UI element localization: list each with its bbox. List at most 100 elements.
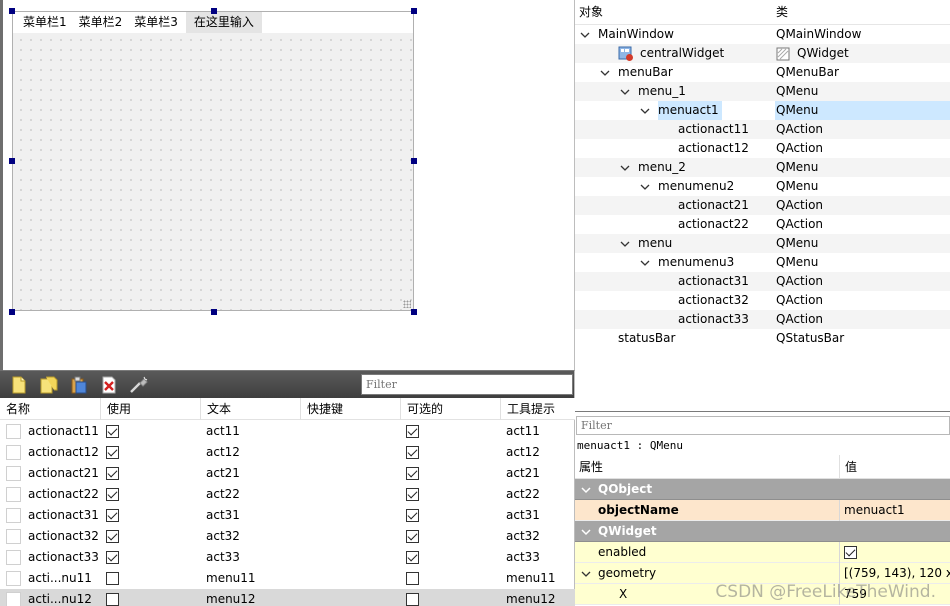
- action-row[interactable]: actionact33 act33 act33: [0, 547, 575, 568]
- paste-action-icon[interactable]: [68, 374, 90, 396]
- delete-action-icon[interactable]: [98, 374, 120, 396]
- object-tree-row[interactable]: menumenu3 QMenu: [575, 253, 950, 272]
- selection-handle-top-left[interactable]: [9, 8, 15, 14]
- action-row[interactable]: actionact31 act31 act31: [0, 505, 575, 526]
- action-checkable-checkbox[interactable]: [406, 593, 419, 606]
- object-tree-row[interactable]: actionact33 QAction: [575, 310, 950, 329]
- property-row[interactable]: objectName menuact1: [575, 500, 950, 521]
- collapse-arrow-icon[interactable]: [581, 568, 591, 578]
- expand-arrow-icon[interactable]: [640, 181, 650, 191]
- object-tree-row[interactable]: actionact22 QAction: [575, 215, 950, 234]
- property-row[interactable]: geometry [(759, 143), 120 x 9: [575, 563, 950, 584]
- action-row[interactable]: actionact21 act21 act21: [0, 463, 575, 484]
- object-tree-row[interactable]: menumenu2 QMenu: [575, 177, 950, 196]
- object-tree-row[interactable]: actionact31 QAction: [575, 272, 950, 291]
- object-tree-row[interactable]: actionact12 QAction: [575, 139, 950, 158]
- property-group[interactable]: QObject: [575, 479, 950, 500]
- action-checkable-checkbox[interactable]: [406, 446, 419, 459]
- object-tree-row[interactable]: menu_1 QMenu: [575, 82, 950, 101]
- action-checkable-checkbox[interactable]: [406, 488, 419, 501]
- action-checkable-checkbox[interactable]: [406, 467, 419, 480]
- property-group[interactable]: QWidget: [575, 521, 950, 542]
- copy-action-icon[interactable]: [38, 374, 60, 396]
- property-checkbox[interactable]: [844, 546, 857, 559]
- expand-arrow-icon[interactable]: [600, 67, 610, 77]
- object-tree-row[interactable]: actionact11 QAction: [575, 120, 950, 139]
- collapse-arrow-icon[interactable]: [581, 484, 591, 494]
- action-row[interactable]: acti...nu11 menu11 menu11: [0, 568, 575, 589]
- action-row[interactable]: actionact32 act32 act32: [0, 526, 575, 547]
- action-checkable-checkbox[interactable]: [406, 509, 419, 522]
- action-icon-placeholder: [6, 487, 21, 502]
- form-menubar[interactable]: 菜单栏1 菜单栏2 菜单栏3 在这里输入: [13, 12, 413, 33]
- action-checkable-checkbox[interactable]: [406, 530, 419, 543]
- object-tree-row[interactable]: menu_2 QMenu: [575, 158, 950, 177]
- new-action-icon[interactable]: [8, 374, 30, 396]
- action-used-checkbox[interactable]: [106, 572, 119, 585]
- column-header-used[interactable]: 使用: [101, 398, 201, 420]
- action-name: acti...nu12: [28, 592, 92, 606]
- property-filter-input[interactable]: [576, 416, 950, 435]
- property-value-cell[interactable]: menuact1: [839, 500, 950, 521]
- object-tree-row[interactable]: menu QMenu: [575, 234, 950, 253]
- column-header-text[interactable]: 文本: [201, 398, 301, 420]
- action-row[interactable]: actionact11 act11 act11: [0, 421, 575, 442]
- object-tree-row[interactable]: centralWidget QWidget: [575, 44, 950, 63]
- action-used-checkbox[interactable]: [106, 509, 119, 522]
- action-used-checkbox[interactable]: [106, 551, 119, 564]
- form-main-window[interactable]: 菜单栏1 菜单栏2 菜单栏3 在这里输入: [12, 11, 414, 311]
- action-row[interactable]: actionact22 act22 act22: [0, 484, 575, 505]
- collapse-arrow-icon[interactable]: [581, 526, 591, 536]
- action-used-checkbox[interactable]: [106, 593, 119, 606]
- object-tree-row[interactable]: MainWindow QMainWindow: [575, 25, 950, 44]
- selection-handle-bottom-left[interactable]: [9, 309, 15, 315]
- column-header-shortcut[interactable]: 快捷键: [301, 398, 401, 420]
- menubar-item-1[interactable]: 菜单栏1: [17, 12, 73, 33]
- selection-handle-top[interactable]: [211, 8, 217, 14]
- action-row[interactable]: acti...nu12 menu12 menu12: [0, 589, 575, 606]
- expand-arrow-icon[interactable]: [640, 105, 650, 115]
- selection-handle-top-right[interactable]: [411, 8, 417, 14]
- column-header-class[interactable]: 类: [776, 0, 788, 25]
- property-value-cell[interactable]: [839, 542, 950, 563]
- expand-arrow-icon[interactable]: [620, 162, 630, 172]
- action-used-checkbox[interactable]: [106, 488, 119, 501]
- resize-grip-icon[interactable]: [403, 300, 411, 308]
- selection-handle-bottom[interactable]: [211, 309, 217, 315]
- expand-arrow-icon[interactable]: [580, 29, 590, 39]
- action-checkable-checkbox[interactable]: [406, 551, 419, 564]
- object-tree-row[interactable]: menuBar QMenuBar: [575, 63, 950, 82]
- selection-handle-right[interactable]: [411, 158, 417, 164]
- action-used-checkbox[interactable]: [106, 425, 119, 438]
- action-filter-input[interactable]: [361, 374, 573, 395]
- form-editor-canvas[interactable]: 菜单栏1 菜单栏2 菜单栏3 在这里输入: [0, 0, 575, 371]
- action-table-body: actionact11 act11 act11 actionact12 act12 act…: [0, 421, 575, 606]
- object-tree-row[interactable]: actionact21 QAction: [575, 196, 950, 215]
- action-used-checkbox[interactable]: [106, 467, 119, 480]
- expand-arrow-icon[interactable]: [620, 238, 630, 248]
- menubar-item-2[interactable]: 菜单栏2: [73, 12, 129, 33]
- action-checkable-checkbox[interactable]: [406, 572, 419, 585]
- menubar-type-here-placeholder[interactable]: 在这里输入: [185, 12, 262, 33]
- column-header-name[interactable]: 名称: [0, 398, 101, 420]
- property-row[interactable]: enabled: [575, 542, 950, 563]
- column-header-property[interactable]: 属性: [579, 455, 603, 479]
- action-row[interactable]: actionact12 act12 act12: [0, 442, 575, 463]
- expand-arrow-icon[interactable]: [640, 257, 650, 267]
- property-value-cell[interactable]: [(759, 143), 120 x 9: [839, 563, 950, 584]
- selection-handle-bottom-right[interactable]: [411, 309, 417, 315]
- object-tree-row[interactable]: statusBar QStatusBar: [575, 329, 950, 348]
- selection-handle-left[interactable]: [9, 158, 15, 164]
- action-used-checkbox[interactable]: [106, 446, 119, 459]
- menubar-item-3[interactable]: 菜单栏3: [128, 12, 184, 33]
- configure-action-icon[interactable]: [128, 374, 150, 396]
- column-header-tooltip[interactable]: 工具提示: [501, 398, 575, 420]
- object-tree-row[interactable]: menuact1 QMenu: [575, 101, 950, 120]
- expand-arrow-icon[interactable]: [620, 86, 630, 96]
- action-used-checkbox[interactable]: [106, 530, 119, 543]
- column-header-object[interactable]: 对象: [579, 0, 603, 25]
- action-checkable-checkbox[interactable]: [406, 425, 419, 438]
- column-header-value[interactable]: 值: [845, 455, 857, 479]
- object-tree-row[interactable]: actionact32 QAction: [575, 291, 950, 310]
- column-header-checkable[interactable]: 可选的: [401, 398, 501, 420]
